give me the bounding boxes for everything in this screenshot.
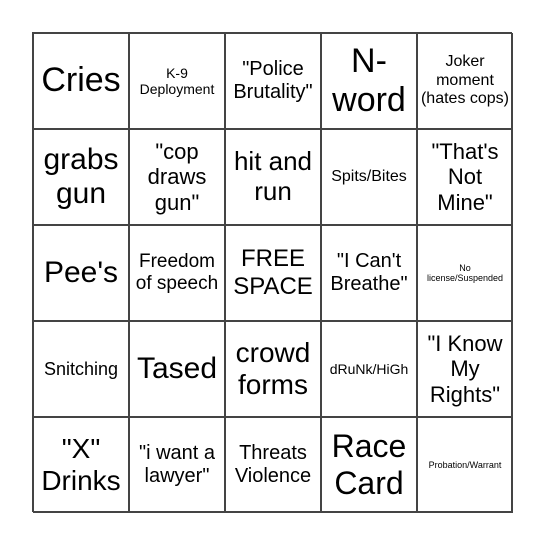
bingo-cell[interactable]: Cries <box>33 33 129 129</box>
bingo-cell[interactable]: Tased <box>129 321 225 417</box>
bingo-cell[interactable]: Probation/Warrant <box>417 417 513 513</box>
bingo-cell[interactable]: "X" Drinks <box>33 417 129 513</box>
bingo-cell[interactable]: N-word <box>321 33 417 129</box>
bingo-cell[interactable]: Pee's <box>33 225 129 321</box>
bingo-card: Cries K-9 Deployment "Police Brutality" N-w… <box>32 32 513 513</box>
bingo-cell[interactable]: Spits/Bites <box>321 129 417 225</box>
bingo-cell[interactable]: No license/Suspended <box>417 225 513 321</box>
free-space-cell[interactable]: FREE SPACE <box>225 225 321 321</box>
bingo-cell[interactable]: "cop draws gun" <box>129 129 225 225</box>
bingo-cell[interactable]: "That's Not Mine" <box>417 129 513 225</box>
bingo-cell[interactable]: Freedom of speech <box>129 225 225 321</box>
bingo-cell[interactable]: "i want a lawyer" <box>129 417 225 513</box>
bingo-cell[interactable]: grabs gun <box>33 129 129 225</box>
bingo-cell[interactable]: K-9 Deployment <box>129 33 225 129</box>
bingo-cell[interactable]: Joker moment (hates cops) <box>417 33 513 129</box>
bingo-cell[interactable]: "I Know My Rights" <box>417 321 513 417</box>
bingo-cell[interactable]: Threats Violence <box>225 417 321 513</box>
bingo-cell[interactable]: hit and run <box>225 129 321 225</box>
bingo-cell[interactable]: "Police Brutality" <box>225 33 321 129</box>
bingo-cell[interactable]: "I Can't Breathe" <box>321 225 417 321</box>
bingo-cell[interactable]: Snitching <box>33 321 129 417</box>
bingo-cell[interactable]: dRuNk/HiGh <box>321 321 417 417</box>
bingo-cell[interactable]: crowd forms <box>225 321 321 417</box>
bingo-cell[interactable]: Race Card <box>321 417 417 513</box>
